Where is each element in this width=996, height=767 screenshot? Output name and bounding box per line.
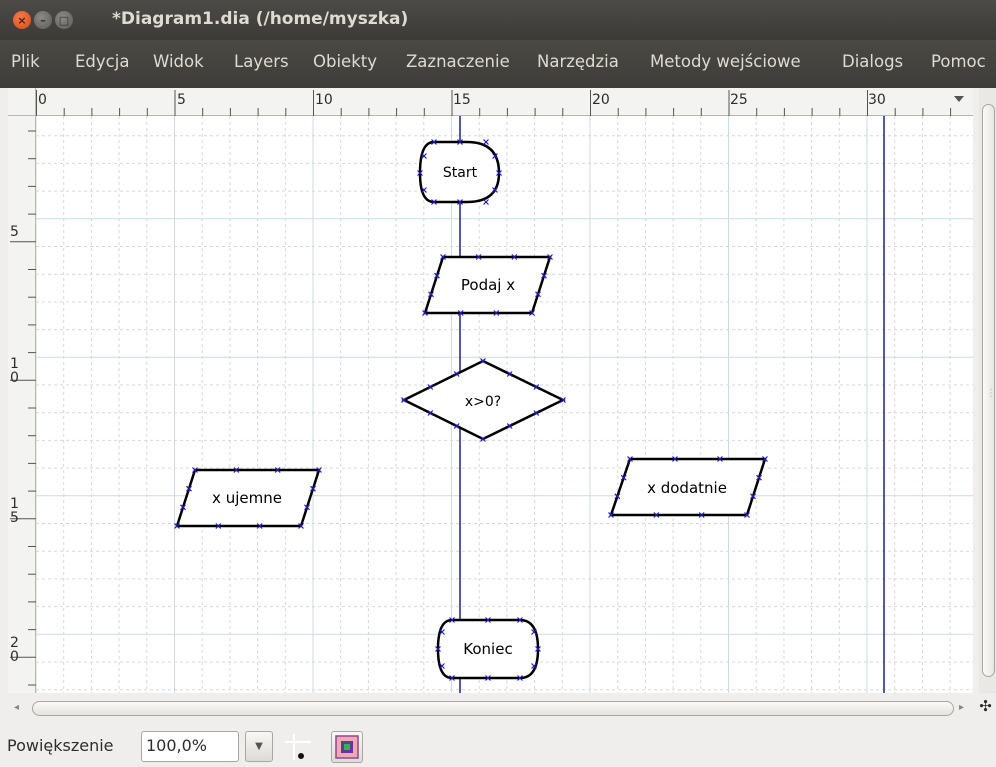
vertical-ruler-ticks: 5 10 15 20 — [10, 130, 36, 686]
menu-widok[interactable]: Widok — [153, 52, 204, 71]
diagram-canvas[interactable]: Start Podaj x x>0? x ujemne x dodatnie K… — [36, 116, 973, 693]
connection-point-icon — [483, 139, 489, 145]
v-ruler-label-10: 10 — [10, 356, 19, 386]
scroll-grip-icon: ⋮ — [986, 388, 996, 399]
window-title: *Diagram1.dia (/home/myszka) — [112, 9, 409, 29]
node-decision[interactable]: x>0? — [401, 359, 566, 441]
title-bar: × – □ *Diagram1.dia (/home/myszka) — [0, 0, 996, 40]
node-end-label: Koniec — [463, 640, 512, 658]
menu-zaznaczenie[interactable]: Zaznaczenie — [406, 52, 510, 71]
node-decision-label: x>0? — [465, 394, 501, 410]
node-input[interactable]: Podaj x — [423, 255, 552, 315]
snap-to-grid-icon — [285, 734, 311, 760]
close-window-button[interactable]: × — [13, 11, 31, 29]
horizontal-ruler: 0 5 10 15 20 25 30 — [36, 88, 973, 116]
layers-icon — [335, 735, 359, 759]
diagram-svg: Start Podaj x x>0? x ujemne x dodatnie K… — [36, 116, 973, 693]
node-start[interactable]: Start — [418, 140, 501, 204]
minimize-icon: – — [40, 13, 46, 27]
dia-window: × – □ *Diagram1.dia (/home/myszka) Plik … — [0, 0, 996, 767]
node-positive[interactable]: x dodatnie — [609, 457, 767, 517]
chevron-down-icon: ▼ — [255, 741, 263, 752]
connection-point-icon — [483, 199, 489, 205]
v-ruler-label-20: 20 — [10, 635, 19, 665]
maximize-window-button[interactable]: □ — [55, 11, 73, 29]
svg-text:0: 0 — [10, 649, 19, 665]
vertical-scrollbar[interactable]: ⋮ — [979, 88, 996, 693]
zoom-label: Powiększenie — [7, 736, 114, 755]
node-positive-label: x dodatnie — [647, 479, 727, 497]
status-bar: Powiększenie 100,0% ▼ — [0, 726, 996, 767]
zoom-dropdown-button[interactable]: ▼ — [245, 731, 273, 762]
zoom-input[interactable]: 100,0% — [141, 731, 239, 762]
snap-to-grid-button[interactable] — [283, 732, 313, 762]
v-ruler-label-5: 5 — [10, 224, 19, 240]
node-negative[interactable]: x ujemne — [175, 468, 321, 528]
menu-layers[interactable]: Layers — [234, 52, 289, 71]
arrow-right-icon[interactable]: ▸ — [959, 702, 964, 713]
close-icon: × — [17, 13, 27, 27]
horizontal-ruler-ticks: 0 5 10 15 20 25 30 — [36, 90, 964, 116]
node-negative-label: x ujemne — [212, 489, 282, 507]
h-ruler-label-5: 5 — [177, 92, 186, 108]
horizontal-scrollbar-thumb[interactable] — [32, 701, 954, 716]
menu-bar: Plik Edycja Widok Layers Obiekty Zaznacz… — [0, 40, 996, 88]
horizontal-scrollbar[interactable]: ◂ ▸ — [8, 698, 973, 720]
minimize-window-button[interactable]: – — [34, 11, 52, 29]
ruler-corner — [8, 88, 36, 116]
svg-text:5: 5 — [10, 510, 19, 526]
node-end[interactable]: Koniec — [436, 618, 540, 680]
move-cross-icon[interactable]: ✣ — [975, 697, 996, 722]
h-ruler-label-10: 10 — [315, 92, 333, 108]
svg-text:0: 0 — [10, 370, 19, 386]
vertical-ruler: 5 10 15 20 — [8, 116, 36, 693]
h-ruler-label-20: 20 — [592, 92, 610, 108]
h-ruler-label-0: 0 — [38, 92, 47, 108]
arrow-left-icon[interactable]: ◂ — [14, 702, 19, 713]
menu-edycja[interactable]: Edycja — [75, 52, 129, 71]
menu-dialogs[interactable]: Dialogs — [842, 52, 903, 71]
h-ruler-pointer-icon — [954, 96, 964, 102]
node-start-label: Start — [443, 165, 478, 181]
maximize-icon: □ — [58, 13, 70, 27]
h-ruler-label-25: 25 — [730, 92, 748, 108]
v-ruler-label-15: 15 — [10, 496, 19, 526]
layers-button[interactable] — [331, 731, 363, 763]
menu-pomoc[interactable]: Pomoc — [931, 52, 986, 71]
h-ruler-label-30: 30 — [868, 92, 886, 108]
menu-obiekty[interactable]: Obiekty — [313, 52, 377, 71]
menu-metody-wejsciowe[interactable]: Metody wejściowe — [650, 52, 801, 71]
node-input-label: Podaj x — [461, 276, 515, 294]
menu-plik[interactable]: Plik — [11, 52, 40, 71]
h-ruler-label-15: 15 — [453, 92, 471, 108]
menu-narzedzia[interactable]: Narzędzia — [537, 52, 619, 71]
